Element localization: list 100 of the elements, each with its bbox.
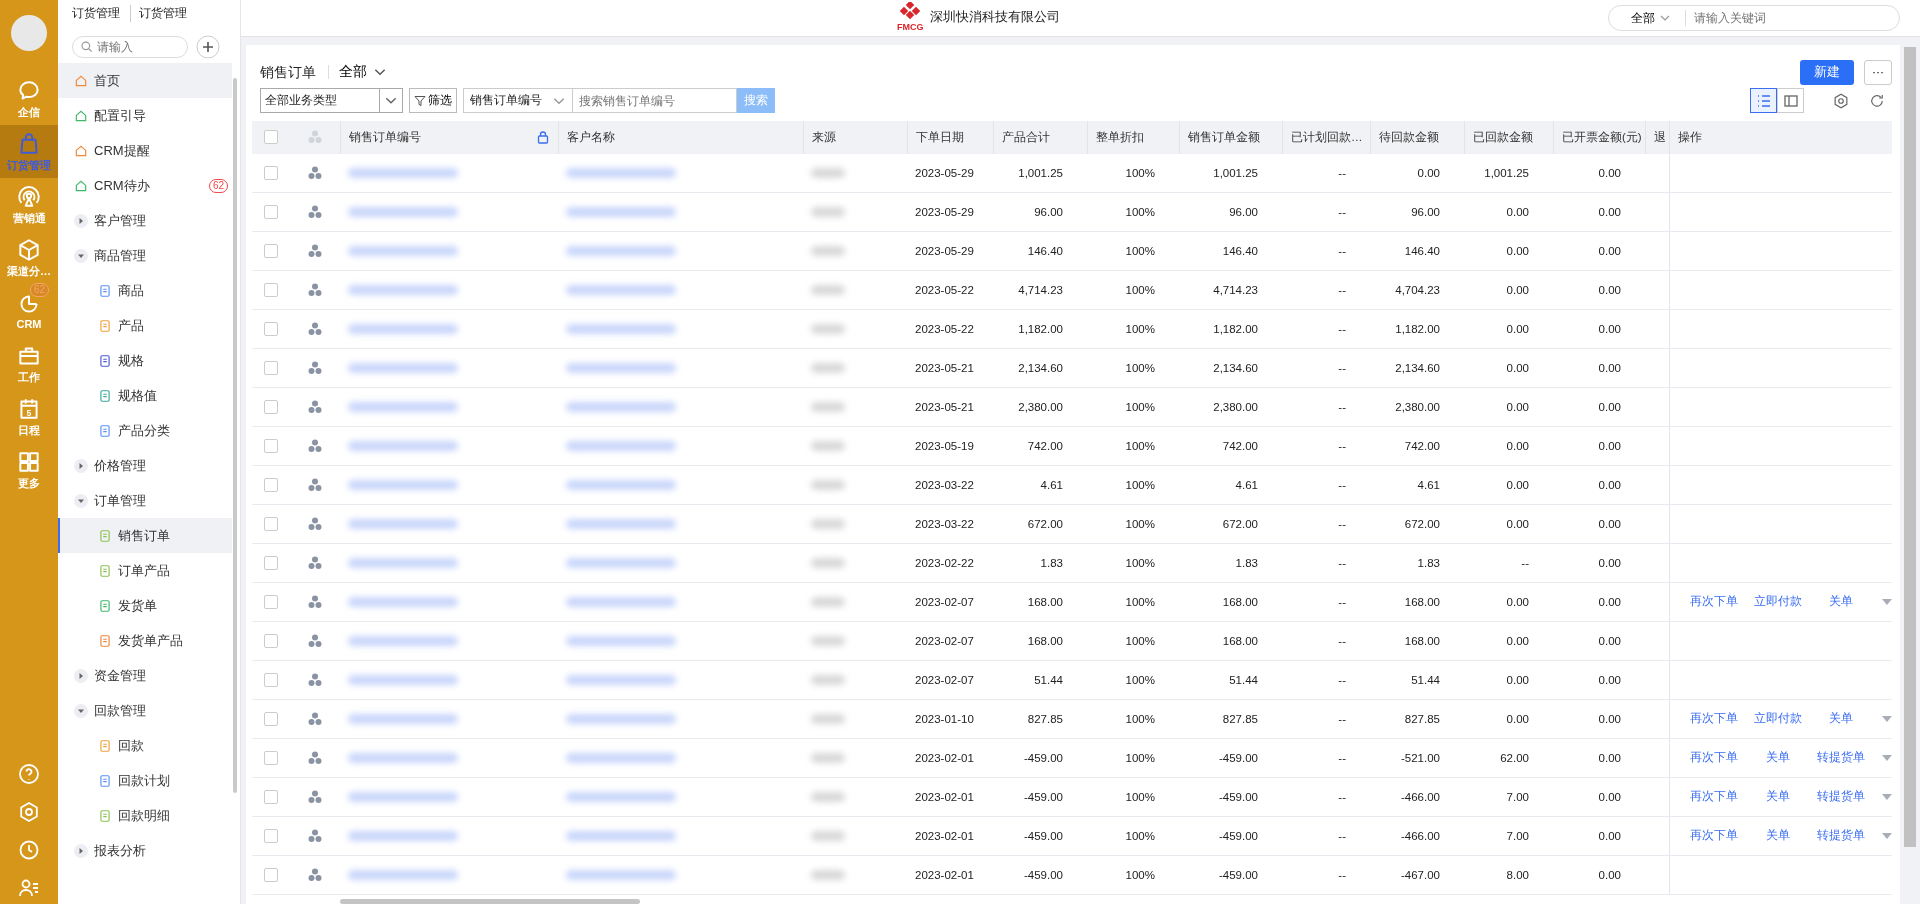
view-dropdown[interactable]: 全部 [339, 63, 387, 82]
scrollbar[interactable] [233, 78, 237, 793]
checkbox[interactable] [263, 789, 278, 804]
action-link[interactable]: 关单 [1745, 788, 1810, 805]
scope-dropdown[interactable]: 全部 [1631, 9, 1671, 27]
checkbox[interactable] [263, 282, 278, 297]
sidebar-item[interactable]: CRM待办 62 [58, 168, 232, 203]
action-link[interactable]: 再次下单 [1682, 749, 1746, 766]
checkbox[interactable] [263, 594, 278, 609]
action-link[interactable]: 再次下单 [1682, 593, 1746, 610]
type-select[interactable]: 全部业务类型 [260, 88, 403, 114]
column-header[interactable]: 客户名称 [558, 120, 803, 154]
sidebar-item[interactable]: 规格 [58, 343, 232, 378]
column-header[interactable]: 已回款金额 [1464, 120, 1553, 154]
checkbox[interactable] [263, 165, 278, 180]
sidebar-item[interactable]: 销售订单 [58, 518, 232, 553]
column-header[interactable]: 来源 [803, 120, 907, 154]
checkbox[interactable] [263, 555, 278, 570]
checkbox[interactable] [263, 750, 278, 765]
checkbox[interactable] [263, 321, 278, 336]
action-link[interactable]: 转提货单 [1809, 788, 1874, 805]
list-view-button[interactable] [1750, 88, 1777, 114]
sidebar-item[interactable]: 订单产品 [58, 553, 232, 588]
search-field[interactable]: 搜索销售订单编号 [573, 88, 737, 114]
more-button[interactable]: ··· [1864, 59, 1892, 85]
action-link[interactable]: 再次下单 [1682, 788, 1746, 805]
action-link[interactable]: 转提货单 [1809, 749, 1874, 766]
scrollbar[interactable] [340, 898, 640, 904]
checkbox[interactable] [263, 867, 278, 882]
checkbox[interactable] [263, 130, 278, 144]
action-link[interactable]: 转提货单 [1809, 827, 1874, 844]
add-icon[interactable] [196, 35, 220, 59]
sidebar-group[interactable]: 资金管理 [58, 658, 232, 693]
table-cell: 0.00 [1598, 517, 1621, 530]
sidebar-item[interactable]: 商品 [58, 273, 232, 308]
breadcrumb-item[interactable]: 订货管理 [130, 5, 187, 22]
sidebar-item[interactable]: 发货单 [58, 588, 232, 623]
action-link[interactable]: 关单 [1809, 710, 1874, 727]
checkbox[interactable] [263, 672, 278, 687]
breadcrumb-item[interactable]: 订货管理 [72, 5, 120, 22]
checkbox[interactable] [263, 633, 278, 648]
settings-icon[interactable] [1832, 91, 1850, 110]
group-icon [307, 321, 322, 336]
column-header[interactable]: 操作 [1669, 120, 1893, 154]
sidebar-item[interactable]: 首页 [58, 63, 232, 98]
action-link[interactable]: 关单 [1809, 593, 1874, 610]
sidebar-item[interactable]: 产品 [58, 308, 232, 343]
checkbox[interactable] [263, 399, 278, 414]
search-field[interactable]: 请输入 [72, 36, 188, 58]
sidebar-item[interactable]: 规格值 [58, 378, 232, 413]
clock-icon[interactable] [17, 838, 41, 862]
scrollbar[interactable] [1904, 47, 1916, 847]
checkbox[interactable] [263, 477, 278, 492]
help-icon[interactable] [17, 762, 41, 786]
sidebar-item[interactable]: 发货单产品 [58, 623, 232, 658]
filter-button[interactable]: 筛选 [409, 88, 457, 114]
sidebar-item[interactable]: 产品分类 [58, 413, 232, 448]
split-view-button[interactable] [1777, 88, 1804, 114]
sidebar-item[interactable]: 配置引导 [58, 98, 232, 133]
caret-down-icon[interactable] [1881, 752, 1893, 763]
column-header[interactable]: 销售订单编号 [340, 120, 558, 154]
action-link[interactable]: 再次下单 [1682, 827, 1746, 844]
sidebar-group[interactable]: 订单管理 [58, 483, 232, 518]
field-select[interactable]: 销售订单编号 [463, 88, 573, 114]
sidebar-item[interactable]: 回款 [58, 728, 232, 763]
column-header[interactable]: 已开票金额(元) [1553, 120, 1645, 154]
checkbox[interactable] [263, 711, 278, 726]
action-link[interactable]: 关单 [1745, 749, 1810, 766]
column-header[interactable]: 整单折扣 [1087, 120, 1179, 154]
checkbox[interactable] [263, 828, 278, 843]
checkbox[interactable] [263, 204, 278, 219]
checkbox[interactable] [263, 360, 278, 375]
avatar[interactable] [11, 15, 47, 51]
caret-down-icon[interactable] [1881, 596, 1893, 607]
checkbox[interactable] [263, 438, 278, 453]
checkbox[interactable] [263, 243, 278, 258]
sidebar-group[interactable]: 报表分析 [58, 833, 232, 868]
sidebar-group[interactable]: 客户管理 [58, 203, 232, 238]
column-header[interactable]: 待回款金额 [1370, 120, 1464, 154]
sidebar-item[interactable]: 回款计划 [58, 763, 232, 798]
sidebar-group[interactable]: 商品管理 [58, 238, 232, 273]
column-header[interactable]: 下单日期 [907, 120, 993, 154]
checkbox[interactable] [263, 516, 278, 531]
action-link[interactable]: 立即付款 [1745, 593, 1810, 610]
column-header[interactable]: 已计划回款… [1282, 120, 1370, 154]
action-link[interactable]: 再次下单 [1682, 710, 1746, 727]
sidebar-item[interactable]: CRM提醒 [58, 133, 232, 168]
caret-down-icon[interactable] [1881, 830, 1893, 841]
column-header[interactable]: 产品合计 [993, 120, 1087, 154]
caret-down-icon[interactable] [1881, 791, 1893, 802]
action-link[interactable]: 立即付款 [1745, 710, 1810, 727]
settings-icon[interactable] [17, 800, 41, 824]
action-link[interactable]: 关单 [1745, 827, 1810, 844]
sidebar-group[interactable]: 回款管理 [58, 693, 232, 728]
sidebar-group[interactable]: 价格管理 [58, 448, 232, 483]
sidebar-item[interactable]: 回款明细 [58, 798, 232, 833]
column-header[interactable]: 销售订单金额 [1179, 120, 1282, 154]
caret-down-icon[interactable] [1881, 713, 1893, 724]
column-header[interactable]: 退 [1645, 120, 1669, 154]
new-button[interactable]: 新建 [1800, 59, 1854, 85]
